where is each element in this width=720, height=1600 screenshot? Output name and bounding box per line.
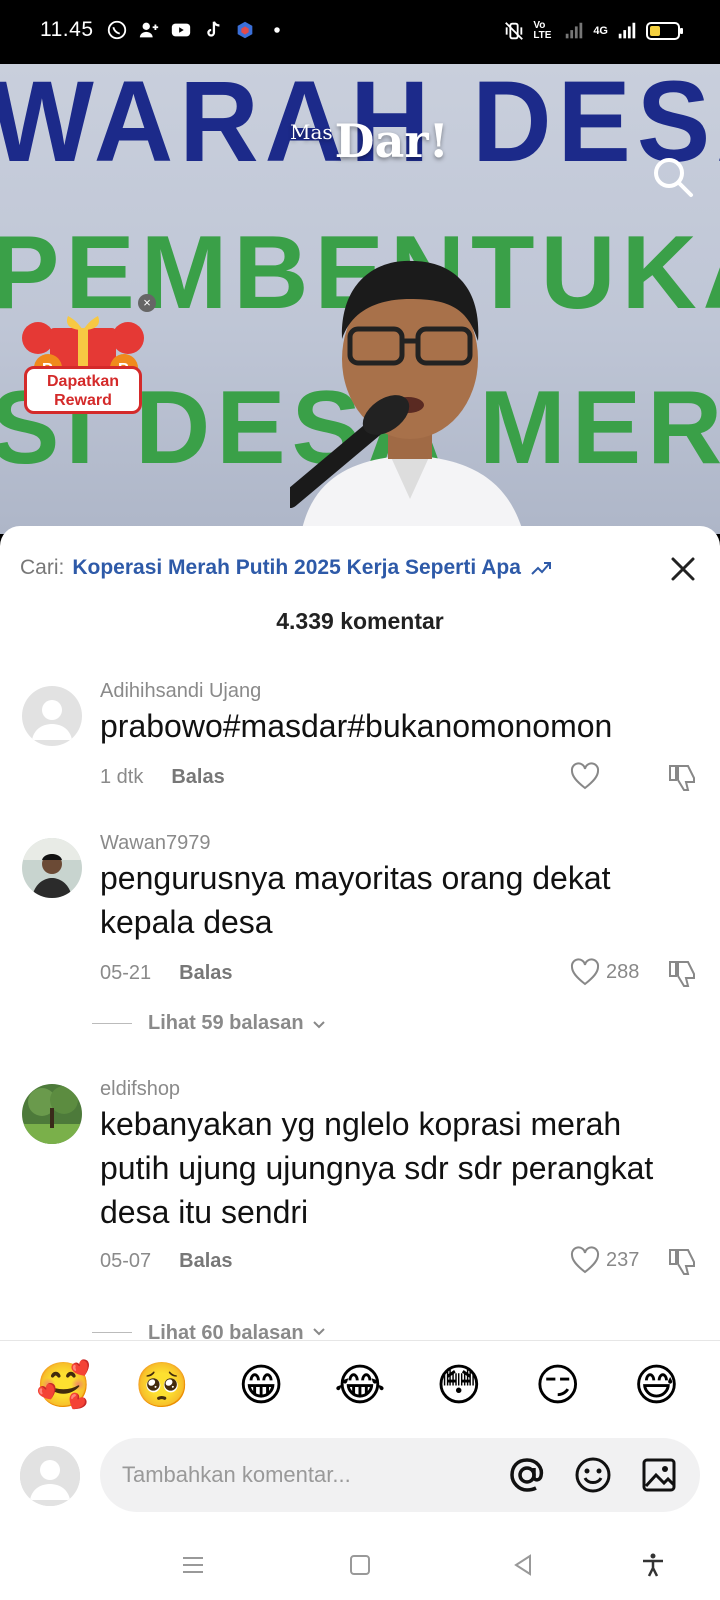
- mention-icon[interactable]: [508, 1456, 546, 1494]
- search-prefix-label: Cari:: [20, 556, 65, 579]
- signal-2-icon: [618, 22, 636, 39]
- search-icon[interactable]: [650, 154, 696, 200]
- search-term-link[interactable]: Koperasi Merah Putih 2025 Kerja Seperti …: [72, 556, 521, 580]
- add-user-icon: [139, 22, 159, 38]
- divider-line: [92, 1332, 132, 1333]
- divider: [0, 1340, 720, 1341]
- reward-widget[interactable]: P P Dapatkan Reward ×: [16, 294, 156, 426]
- image-icon[interactable]: [640, 1456, 678, 1494]
- reply-button[interactable]: Balas: [179, 962, 232, 985]
- user-avatar[interactable]: [20, 1446, 80, 1506]
- comment-meta: 05-07 Balas: [100, 1250, 233, 1273]
- comment-username[interactable]: Adihihsandi Ujang: [100, 680, 261, 703]
- emoji-button[interactable]: 🥺: [132, 1356, 192, 1416]
- emoji-button[interactable]: 😁: [231, 1356, 291, 1416]
- close-icon[interactable]: [668, 554, 698, 584]
- dislike-icon[interactable]: [668, 762, 700, 794]
- heart-icon: [570, 762, 600, 790]
- comment-text: pengurusnya mayoritas orang dekat kepala…: [100, 860, 611, 940]
- chevron-down-icon: [312, 1020, 325, 1028]
- menu-icon[interactable]: [180, 1552, 206, 1578]
- comment-text: kebanyakan yg nglelo koprasi merah putih…: [100, 1106, 654, 1230]
- trending-icon: [531, 562, 551, 575]
- avatar[interactable]: [22, 1084, 82, 1144]
- emoji-button[interactable]: 😂: [330, 1356, 390, 1416]
- dislike-icon[interactable]: [668, 958, 700, 990]
- reply-button[interactable]: Balas: [179, 1250, 232, 1273]
- reward-label: Dapatkan Reward: [24, 366, 142, 414]
- comment-input-box: [100, 1438, 700, 1512]
- system-icons: Vo LTE 4G: [503, 20, 683, 42]
- chevron-down-icon: [312, 1328, 325, 1336]
- whatsapp-icon: [107, 20, 127, 40]
- comment-time: 05-07: [100, 1250, 152, 1272]
- youtube-icon: [171, 23, 191, 37]
- battery-icon: [646, 22, 683, 40]
- comment-username[interactable]: eldifshop: [100, 1078, 180, 1101]
- signal-1-icon: [566, 22, 583, 39]
- comment-username[interactable]: Wawan7979: [100, 832, 210, 855]
- emoji-icon[interactable]: [574, 1456, 612, 1494]
- comment-meta: 05-21 Balas: [100, 962, 233, 985]
- input-actions: [508, 1456, 678, 1494]
- like-button[interactable]: 288: [570, 958, 639, 986]
- comment-text: prabowo#masdar#bukanomonomon: [100, 708, 613, 744]
- emoji-button[interactable]: 🥰: [33, 1356, 93, 1416]
- view-replies-button[interactable]: Lihat 59 balasan: [92, 1012, 328, 1035]
- comment-time: 05-21: [100, 962, 152, 984]
- speaker-figure: [290, 260, 524, 534]
- like-count: 237: [606, 1248, 640, 1271]
- dislike-icon[interactable]: [668, 1246, 700, 1278]
- divider-line: [92, 1023, 132, 1024]
- vibrate-off-icon: [505, 22, 524, 40]
- reward-close-icon[interactable]: ×: [138, 294, 156, 312]
- view-replies-button[interactable]: Lihat 60 balasan: [92, 1322, 328, 1340]
- avatar[interactable]: [22, 686, 82, 746]
- emoji-button[interactable]: 😅: [626, 1356, 686, 1416]
- emoji-button[interactable]: 😳: [429, 1356, 489, 1416]
- network-type-label: 4G: [593, 24, 608, 37]
- comment-meta: 1 dtk Balas: [100, 766, 225, 789]
- like-button[interactable]: [570, 762, 606, 790]
- like-button[interactable]: 237: [570, 1246, 639, 1274]
- volte-label: Vo LTE: [533, 20, 552, 41]
- quick-emoji-bar: 🥰 🥺 😁 😂 😳 😏 😅: [0, 1356, 720, 1416]
- emoji-button[interactable]: 😏: [528, 1356, 588, 1416]
- status-bar: 11.45 Vo LTE 4G: [0, 0, 720, 64]
- comment-count: 4.339 komentar: [276, 608, 444, 634]
- app-icon: [237, 21, 253, 39]
- comment-time: 1 dtk: [100, 766, 144, 788]
- back-icon[interactable]: [510, 1552, 536, 1578]
- comment-input[interactable]: [122, 1458, 482, 1492]
- search-suggestion[interactable]: Cari: Koperasi Merah Putih 2025 Kerja Se…: [20, 556, 553, 580]
- avatar[interactable]: [22, 838, 82, 898]
- video-player[interactable]: WARAH DESA K PEMBENTUKAN SI DESA MERA Ma…: [0, 64, 720, 534]
- channel-logo: MasDar!: [290, 114, 449, 168]
- home-icon[interactable]: [347, 1552, 373, 1578]
- status-time: 11.45: [40, 18, 94, 41]
- system-navigation-bar: [0, 1530, 720, 1600]
- tiktok-icon: [207, 21, 220, 37]
- heart-icon: [570, 958, 600, 986]
- accessibility-icon[interactable]: [640, 1552, 666, 1578]
- like-count: 288: [606, 960, 640, 983]
- view-replies-label: Lihat 59 balasan: [148, 1012, 304, 1034]
- heart-icon: [570, 1246, 600, 1274]
- reply-button[interactable]: Balas: [171, 766, 224, 789]
- view-replies-label: Lihat 60 balasan: [148, 1322, 304, 1340]
- notification-icons: [106, 19, 288, 41]
- more-notifications-icon: [274, 27, 280, 33]
